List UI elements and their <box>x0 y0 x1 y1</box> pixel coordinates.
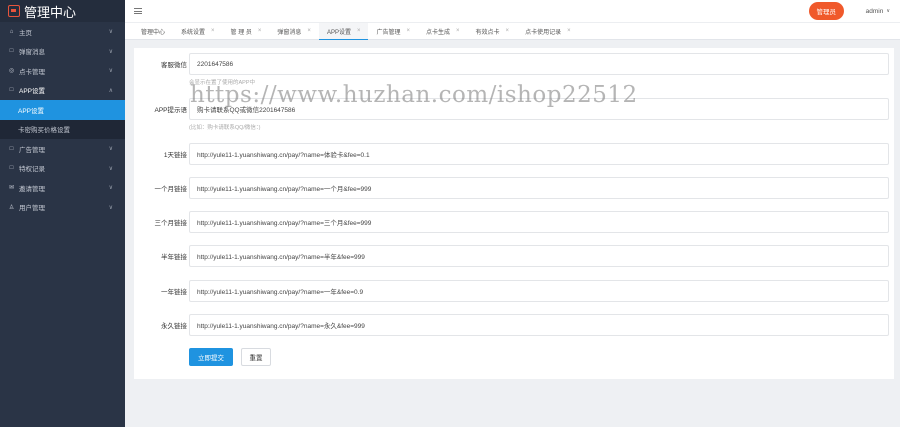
vip-icon: □ <box>9 165 14 172</box>
close-icon[interactable]: × <box>211 28 215 34</box>
reset-button[interactable]: 重置 <box>241 348 271 366</box>
message-icon: □ <box>9 48 14 55</box>
sidebar-item-6[interactable]: ✉ 邀请管理 ∨ <box>0 178 125 198</box>
tab-4[interactable]: APP设置 × <box>318 23 369 40</box>
field-label: APP提示语 <box>154 107 187 114</box>
close-icon[interactable]: × <box>258 28 262 34</box>
submit-button[interactable]: 立即提交 <box>189 348 233 366</box>
field-input-5[interactable]: http://yule11-1.yuanshiwang.cn/pay/?name… <box>189 245 889 267</box>
tab-1[interactable]: 系统设置 × <box>173 23 223 39</box>
sidebar-submenu: APP设置 卡密购买价格设置 <box>0 100 125 139</box>
admin-button[interactable]: 管理员 <box>808 2 844 20</box>
menu-toggle-icon[interactable] <box>134 8 142 14</box>
sidebar: 管理中心 ⌂ 主页 ∨ □ 弹窗消息 ∨ ◎ 点卡管理 ∨ □ APP设置 ∧ APP设置 卡密购买价格设… <box>0 0 125 427</box>
close-icon[interactable]: × <box>506 28 510 34</box>
field-label: 三个月链接 <box>154 220 188 227</box>
close-icon[interactable]: × <box>357 28 361 34</box>
field-label: 1天链接 <box>163 152 187 159</box>
tab-0[interactable]: 管理中心 <box>133 23 173 39</box>
sidebar-subitem-1[interactable]: 卡密购买价格设置 <box>0 120 125 140</box>
field-label: 永久链接 <box>161 323 187 330</box>
sidebar-item-2[interactable]: ◎ 点卡管理 ∨ <box>0 61 125 81</box>
field-input-6[interactable]: http://yule11-1.yuanshiwang.cn/pay/?name… <box>189 280 889 302</box>
tab-label: 广告管理 <box>376 29 401 36</box>
tab-bar: 管理中心 系统设置 × 管 理 员 × 弹窗消息 × APP设置 × 广告管理 × 点卡生成 × 有效点卡… <box>125 22 900 40</box>
user-menu[interactable]: admin ∨ <box>866 0 890 22</box>
sidebar-item-label: 主页 <box>19 29 32 37</box>
sidebar-item-label: 特权记录 <box>19 166 45 174</box>
tab-label: 系统设置 <box>181 29 206 36</box>
sidebar-item-3[interactable]: □ APP设置 ∧ <box>0 81 125 101</box>
chevron-up-icon: ∧ <box>108 87 113 94</box>
sidebar-item-label: 用户管理 <box>19 205 45 213</box>
sidebar-item-5[interactable]: □ 特权记录 ∨ <box>0 159 125 179</box>
field-hint: (比如：购卡请联系QQ/微信：) <box>189 125 261 131</box>
sidebar-item-label: APP设置 <box>19 88 46 96</box>
chevron-down-icon: ∨ <box>108 48 113 55</box>
tab-8[interactable]: 点卡使用记录 × <box>517 23 579 39</box>
sidebar-item-0[interactable]: ⌂ 主页 ∨ <box>0 22 125 42</box>
sidebar-item-7[interactable]: ♙ 用户管理 ∨ <box>0 198 125 218</box>
tab-label: 管理中心 <box>141 29 166 36</box>
tab-6[interactable]: 点卡生成 × <box>418 23 468 39</box>
close-icon[interactable]: × <box>567 28 571 34</box>
mail-icon: ✉ <box>8 185 15 192</box>
chevron-down-icon: ∨ <box>108 204 113 211</box>
field-input-7[interactable]: http://yule11-1.yuanshiwang.cn/pay/?name… <box>189 314 889 336</box>
app-title: 管理中心 <box>24 4 77 20</box>
field-label: 半年链接 <box>161 254 187 261</box>
chevron-down-icon: ∨ <box>108 29 113 36</box>
field-input-4[interactable]: http://yule11-1.yuanshiwang.cn/pay/?name… <box>189 211 889 233</box>
user-icon: ♙ <box>8 204 15 211</box>
tab-label: 弹窗消息 <box>277 29 302 36</box>
chevron-down-icon: ∨ <box>886 8 890 14</box>
sidebar-item-label: 邀请管理 <box>19 185 45 193</box>
sidebar-subitem-0[interactable]: APP设置 <box>0 100 125 120</box>
sidebar-item-4[interactable]: □ 广告管理 ∨ <box>0 139 125 159</box>
field-label: 客服微信 <box>161 62 187 69</box>
tab-5[interactable]: 广告管理 × <box>368 23 418 39</box>
tab-label: APP设置 <box>326 29 351 36</box>
tab-label: 点卡使用记录 <box>525 29 562 36</box>
tab-2[interactable]: 管 理 员 × <box>223 23 270 39</box>
chevron-down-icon: ∨ <box>108 165 113 172</box>
tab-label: 点卡生成 <box>426 29 451 36</box>
tab-label: 有效点卡 <box>475 29 500 36</box>
field-label: 一年链接 <box>161 289 187 296</box>
sidebar-item-label: 广告管理 <box>19 146 45 154</box>
app-brand[interactable]: 管理中心 <box>0 0 125 22</box>
close-icon[interactable]: × <box>307 28 311 34</box>
card-icon: ◎ <box>8 68 15 75</box>
user-name: admin <box>865 7 884 15</box>
close-icon[interactable]: × <box>406 28 410 34</box>
chevron-down-icon: ∨ <box>108 185 113 192</box>
sidebar-nav: ⌂ 主页 ∨ □ 弹窗消息 ∨ ◎ 点卡管理 ∨ □ APP设置 ∧ APP设置 卡密购买价格设置 □ 广告管… <box>0 22 125 217</box>
chevron-down-icon: ∨ <box>108 146 113 153</box>
watermark: https://www.huzhan.com/ishop22512 <box>190 82 638 108</box>
sidebar-item-label: 弹窗消息 <box>19 49 45 57</box>
field-input-0[interactable]: 2201647586 <box>189 53 889 75</box>
tab-3[interactable]: 弹窗消息 × <box>269 23 319 39</box>
field-label: 一个月链接 <box>154 186 188 193</box>
chevron-down-icon: ∨ <box>108 68 113 75</box>
field-input-3[interactable]: http://yule11-1.yuanshiwang.cn/pay/?name… <box>189 177 889 199</box>
top-bar: 管理员 admin ∨ <box>125 0 900 22</box>
tab-label: 管 理 员 <box>230 29 252 36</box>
field-input-2[interactable]: http://yule11-1.yuanshiwang.cn/pay/?name… <box>189 143 889 165</box>
sidebar-item-label: 点卡管理 <box>19 68 45 76</box>
app-logo-icon <box>8 5 20 17</box>
close-icon[interactable]: × <box>456 28 460 34</box>
tab-7[interactable]: 有效点卡 × <box>468 23 518 39</box>
ad-icon: □ <box>9 145 14 152</box>
app-icon: □ <box>9 87 14 94</box>
sidebar-item-1[interactable]: □ 弹窗消息 ∨ <box>0 42 125 62</box>
home-icon: ⌂ <box>9 28 14 35</box>
